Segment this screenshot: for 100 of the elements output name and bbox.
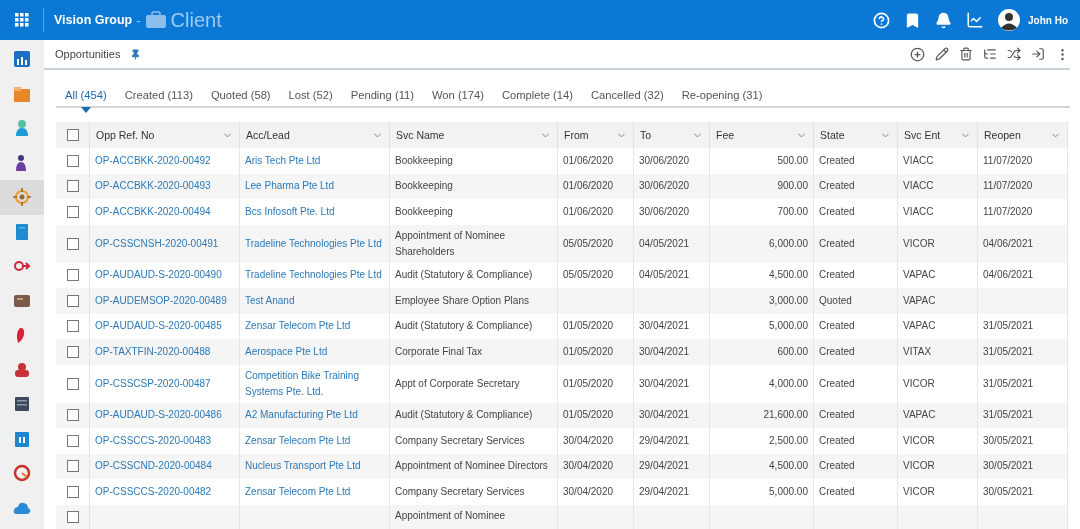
- record-link[interactable]: OP-TAXTFIN-2020-00488: [95, 343, 211, 360]
- record-link[interactable]: Aerospace Pte Ltd: [245, 343, 328, 360]
- record-link[interactable]: Nucleus Transport Pte Ltd: [245, 458, 361, 475]
- table-cell: 04/05/2021: [634, 224, 710, 263]
- record-link[interactable]: Bcs Infosoft Pte. Ltd: [245, 203, 335, 220]
- column-header[interactable]: Svc Ent: [898, 122, 978, 148]
- record-link[interactable]: Aris Tech Pte Ltd: [245, 152, 321, 169]
- table-cell: Created: [814, 339, 898, 365]
- record-link[interactable]: Competition Bike Training Systems Pte. Ltd.: [245, 367, 384, 400]
- row-checkbox[interactable]: [66, 154, 79, 167]
- table-cell: VAPAC: [898, 402, 978, 428]
- user-name[interactable]: John Ho: [1028, 14, 1068, 26]
- column-header[interactable]: From: [558, 122, 634, 148]
- record-link[interactable]: OP-AUDEMSOP-2020-00489: [95, 292, 227, 309]
- table-cell: 30/04/2021: [634, 402, 710, 428]
- tab[interactable]: Quoted (58): [201, 84, 280, 106]
- column-title: Svc Ent: [904, 129, 941, 141]
- tab[interactable]: Complete (14): [493, 84, 582, 106]
- table-cell: 01/06/2020: [558, 173, 634, 199]
- record-link[interactable]: Zensar Telecom Pte Ltd: [245, 432, 351, 449]
- column-header[interactable]: Reopen: [978, 122, 1068, 148]
- table-cell: Appointment of Nominee Shareholders: [390, 224, 558, 263]
- user-avatar[interactable]: [998, 9, 1020, 31]
- table-cell: 29/04/2021: [634, 453, 710, 479]
- record-link[interactable]: Test Anand: [245, 292, 295, 309]
- record-link[interactable]: OP-ACCBKK-2020-00492: [95, 152, 211, 169]
- row-checkbox[interactable]: [66, 205, 79, 218]
- record-link[interactable]: OP-CSSCCS-2020-00483: [95, 432, 212, 449]
- target-icon: [12, 187, 32, 208]
- row-checkbox[interactable]: [66, 180, 79, 193]
- tab[interactable]: Created (113): [115, 84, 202, 106]
- column-title: Svc Name: [396, 129, 445, 141]
- column-title: Opp Ref. No: [96, 129, 155, 141]
- column-header[interactable]: To: [634, 122, 710, 148]
- record-link[interactable]: OP-CSSCND-2020-00484: [95, 458, 212, 475]
- record-link[interactable]: A2 Manufacturing Pte Ltd: [245, 407, 358, 424]
- module-title: Client: [170, 8, 222, 32]
- record-link[interactable]: OP-AUDAUD-S-2020-00486: [95, 407, 222, 424]
- row-checkbox[interactable]: [66, 434, 79, 447]
- tab[interactable]: Re-opening (31): [672, 84, 772, 106]
- record-link[interactable]: OP-AUDAUD-S-2020-00490: [95, 267, 222, 284]
- tab[interactable]: Lost (52): [279, 84, 342, 106]
- tab[interactable]: Pending (11): [341, 84, 423, 106]
- tab[interactable]: All (454): [56, 84, 116, 106]
- help-icon[interactable]: [873, 11, 890, 29]
- delete-icon[interactable]: [959, 47, 973, 61]
- shuffle-icon[interactable]: [1007, 47, 1021, 61]
- table-cell: Created: [814, 402, 898, 428]
- table-cell: Created: [814, 173, 898, 199]
- table-cell: 01/05/2020: [558, 402, 634, 428]
- table-cell: VIACC: [898, 173, 978, 199]
- row-checkbox[interactable]: [66, 237, 79, 250]
- record-link[interactable]: Lee Pharma Pte Ltd: [245, 178, 334, 195]
- list-icon[interactable]: [983, 47, 997, 61]
- column-title: To: [640, 129, 652, 141]
- table-cell: Quoted: [814, 288, 898, 314]
- row-checkbox[interactable]: [66, 460, 79, 473]
- table-cell: Appointment of Nominee Directors: [390, 453, 558, 479]
- column-header[interactable]: Svc Name: [390, 122, 558, 148]
- row-checkbox[interactable]: [66, 511, 79, 524]
- row-checkbox[interactable]: [66, 409, 79, 422]
- record-link[interactable]: Tradeline Technologies Pte Ltd: [245, 267, 382, 284]
- table-cell: Corporate Final Tax: [390, 339, 558, 365]
- bell-icon[interactable]: [935, 11, 952, 29]
- record-link[interactable]: OP-CSSCSP-2020-00487: [95, 375, 211, 392]
- select-all-checkbox[interactable]: [66, 129, 79, 141]
- record-link[interactable]: OP-AUDAUD-S-2020-00485: [95, 318, 222, 335]
- row-checkbox[interactable]: [66, 269, 79, 282]
- export-icon[interactable]: [1031, 47, 1045, 61]
- pin-icon[interactable]: [130, 48, 142, 60]
- column-header[interactable]: Acc/Lead: [240, 122, 390, 148]
- table-cell: 6,000.00: [710, 224, 814, 263]
- bookmark-icon[interactable]: [904, 11, 921, 29]
- row-checkbox[interactable]: [66, 345, 79, 358]
- row-checkbox[interactable]: [66, 294, 79, 307]
- add-icon[interactable]: [910, 46, 925, 62]
- table-cell: VICOR: [898, 453, 978, 479]
- table-cell: Created: [814, 453, 898, 479]
- tab[interactable]: Cancelled (32): [581, 84, 673, 106]
- table-cell: 05/05/2020: [558, 224, 634, 263]
- table-cell: 3,000.00: [710, 288, 814, 314]
- tab[interactable]: Won (174): [422, 84, 493, 106]
- row-checkbox[interactable]: [66, 377, 79, 390]
- row-checkbox[interactable]: [66, 485, 79, 498]
- column-header[interactable]: Fee: [710, 122, 814, 148]
- column-title: Reopen: [984, 129, 1021, 141]
- record-link[interactable]: OP-ACCBKK-2020-00494: [95, 203, 211, 220]
- chart-icon[interactable]: [966, 11, 984, 29]
- column-header[interactable]: Opp Ref. No: [90, 122, 240, 148]
- record-link[interactable]: OP-CSSCNSH-2020-00491: [95, 235, 219, 252]
- row-checkbox[interactable]: [66, 320, 79, 333]
- title-separator: -: [136, 12, 141, 28]
- record-link[interactable]: Tradeline Technologies Pte Ltd: [245, 235, 382, 252]
- column-header[interactable]: State: [814, 122, 898, 148]
- record-link[interactable]: Zensar Telecom Pte Ltd: [245, 318, 351, 335]
- organization-name: Vision Group: [54, 13, 133, 27]
- record-link[interactable]: OP-CSSCCS-2020-00482: [95, 483, 212, 500]
- record-link[interactable]: OP-ACCBKK-2020-00493: [95, 178, 211, 195]
- edit-icon[interactable]: [935, 47, 949, 61]
- record-link[interactable]: Zensar Telecom Pte Ltd: [245, 483, 351, 500]
